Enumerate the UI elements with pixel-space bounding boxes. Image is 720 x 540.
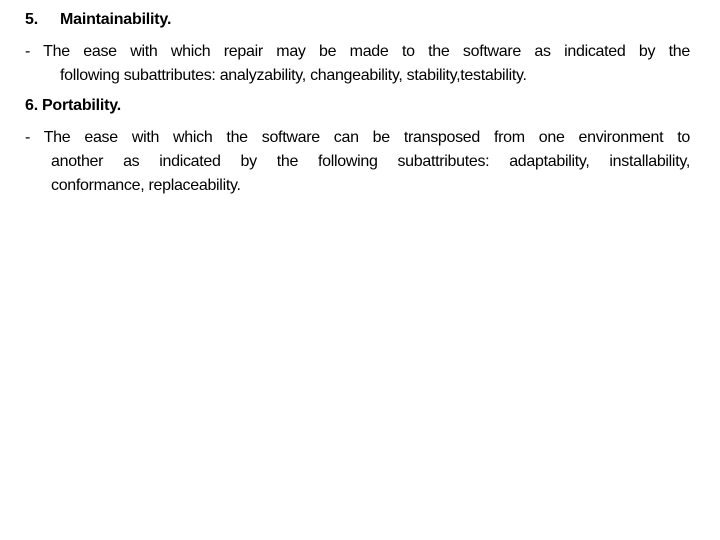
body-line: another as indicated by the following su… xyxy=(51,153,690,170)
section-number: 6. xyxy=(25,97,38,114)
section-body-portability: - The ease with which the software can b… xyxy=(25,126,690,198)
body-line: - The ease with which repair may be made… xyxy=(25,43,690,60)
body-line: following subattributes: analyzability, … xyxy=(60,67,527,84)
section-title: Portability. xyxy=(41,97,122,114)
section-heading-maintainability: 5. Maintainability. xyxy=(25,10,171,30)
section-number: 5. xyxy=(25,11,38,28)
document-page: 5. Maintainability. - The ease with which… xyxy=(0,0,720,540)
section-title: Maintainability. xyxy=(60,11,172,28)
section-heading-portability: 6. Portability. xyxy=(25,96,121,116)
body-line: conformance, replaceability. xyxy=(51,177,241,194)
section-body-maintainability: - The ease with which repair may be made… xyxy=(25,40,690,88)
body-line: - The ease with which the software can b… xyxy=(25,129,690,146)
